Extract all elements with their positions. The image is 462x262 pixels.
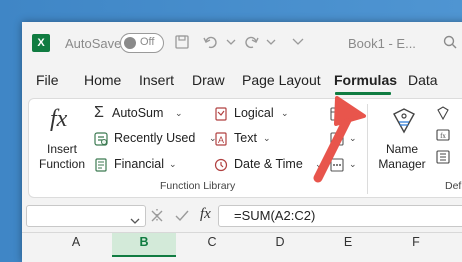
annotation-arrow	[313, 96, 366, 183]
